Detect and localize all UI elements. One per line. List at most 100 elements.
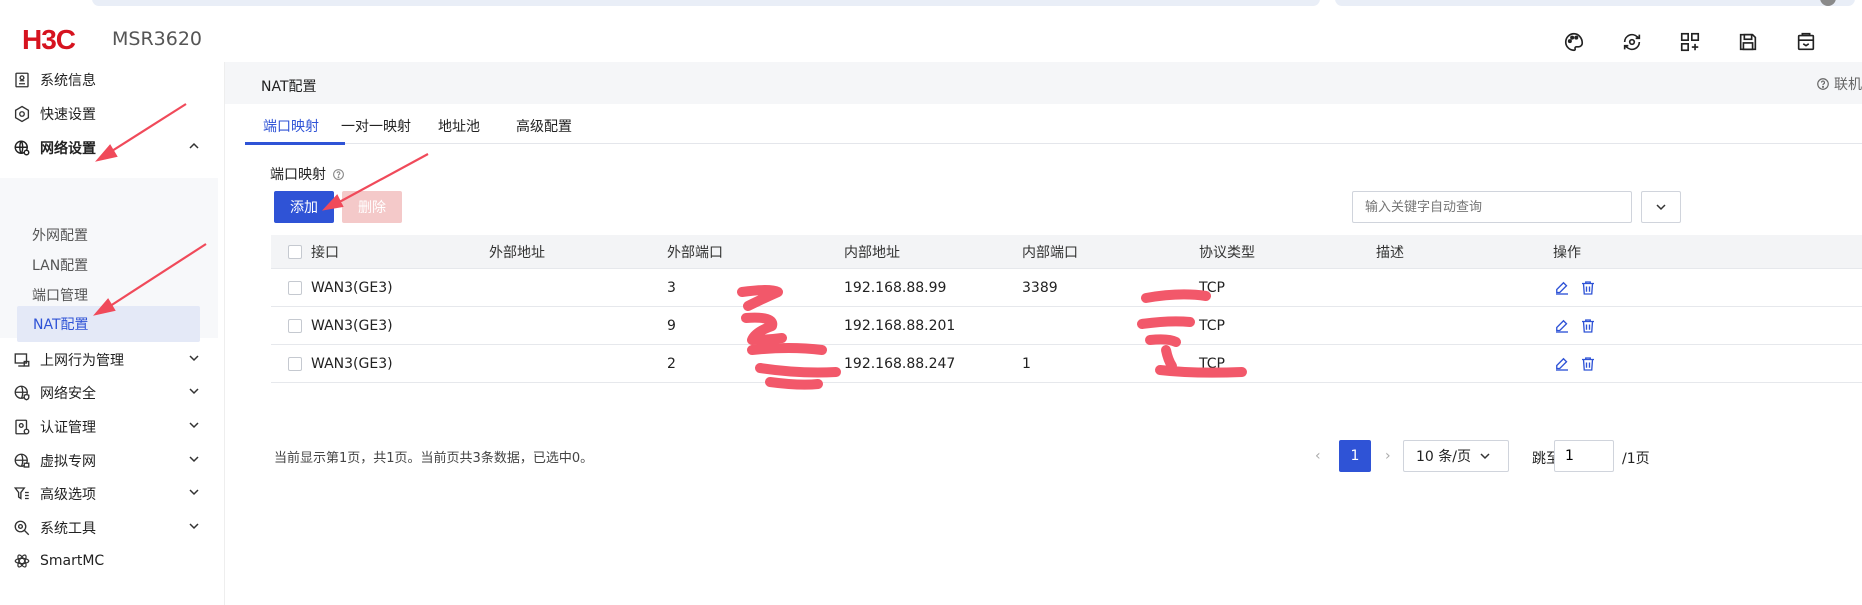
select-all-checkbox[interactable] bbox=[288, 244, 302, 259]
id-badge-icon bbox=[12, 417, 32, 437]
section-title-text: 端口映射 bbox=[270, 167, 326, 183]
cell-protocol: TCP bbox=[1199, 317, 1225, 334]
chevron-down-icon bbox=[188, 453, 200, 469]
sidebar-item-auth-management[interactable]: 认证管理 bbox=[12, 412, 212, 442]
sidebar-item-advanced-options[interactable]: 高级选项 bbox=[12, 479, 212, 509]
sidebar-item-label: 网络设置 bbox=[40, 141, 96, 157]
sidebar-item-vpn[interactable]: 虚拟专网 bbox=[12, 446, 212, 476]
network-settings-submenu: 外网配置 LAN配置 端口管理 NAT配置 bbox=[0, 178, 218, 342]
header-internal-port: 内部端口 bbox=[1022, 244, 1078, 261]
system-info-icon bbox=[12, 70, 32, 90]
tab-advanced-config[interactable]: 高级配置 bbox=[516, 116, 572, 136]
table-summary: 当前显示第1页，共1页。当前页共3条数据，已选中0。 bbox=[274, 451, 594, 466]
header-protocol: 协议类型 bbox=[1199, 244, 1255, 261]
browser-search-bar[interactable] bbox=[1335, 0, 1855, 6]
tab-bar: 端口映射 一对一映射 地址池 高级配置 bbox=[245, 104, 1862, 145]
filter-list-icon bbox=[12, 484, 32, 504]
sidebar-item-behavior-management[interactable]: 上网行为管理 bbox=[12, 345, 212, 375]
online-help-link[interactable]: 联机 bbox=[1816, 74, 1862, 94]
trash-icon[interactable] bbox=[1579, 355, 1597, 373]
search-filter-dropdown[interactable] bbox=[1641, 191, 1681, 223]
next-page-button[interactable]: › bbox=[1385, 448, 1391, 464]
sidebar-item-label: 系统信息 bbox=[40, 73, 96, 89]
submenu-item-wan[interactable]: 外网配置 bbox=[32, 225, 88, 245]
delete-button[interactable]: 删除 bbox=[342, 191, 402, 223]
apps-add-icon[interactable] bbox=[1676, 28, 1704, 56]
edit-icon[interactable] bbox=[1553, 279, 1571, 297]
submenu-item-lan[interactable]: LAN配置 bbox=[32, 255, 88, 275]
chevron-down-icon bbox=[188, 486, 200, 502]
tab-address-pool[interactable]: 地址池 bbox=[438, 116, 480, 136]
globe-shield-icon bbox=[12, 383, 32, 403]
chevron-up-icon bbox=[188, 140, 200, 156]
sidebar-item-label: 网络安全 bbox=[40, 386, 96, 402]
sidebar: 系统信息 快速设置 网络设置 外网配置 LAN配置 端口管理 NAT配置 上网行… bbox=[0, 62, 225, 605]
header-description: 描述 bbox=[1376, 244, 1404, 261]
package-icon[interactable] bbox=[1792, 28, 1820, 56]
cell-internal-port: 1 bbox=[1022, 355, 1031, 372]
cell-external-port: 9 bbox=[667, 317, 676, 334]
cell-protocol: TCP bbox=[1199, 279, 1225, 296]
table-row: WAN3(GE3) 3 192.168.88.99 3389 TCP bbox=[271, 269, 1862, 307]
sidebar-item-label: 高级选项 bbox=[40, 487, 96, 503]
chevron-down-icon bbox=[188, 419, 200, 435]
chevron-down-icon bbox=[188, 352, 200, 368]
add-button[interactable]: 添加 bbox=[274, 191, 334, 223]
refresh-settings-icon[interactable] bbox=[1618, 28, 1646, 56]
page-size-select[interactable]: 10 条/页 bbox=[1403, 440, 1509, 472]
breadcrumb: NAT配置 联机 bbox=[225, 62, 1862, 104]
help-circle-icon bbox=[1817, 78, 1829, 90]
sidebar-item-label: 快速设置 bbox=[40, 107, 96, 123]
tab-port-mapping[interactable]: 端口映射 bbox=[263, 116, 319, 136]
chevron-down-icon bbox=[1656, 204, 1666, 211]
prev-page-button[interactable]: ‹ bbox=[1315, 448, 1321, 464]
page-title: NAT配置 bbox=[261, 79, 317, 95]
cell-internal-address: 192.168.88.201 bbox=[844, 317, 956, 334]
cell-protocol: TCP bbox=[1199, 355, 1225, 372]
header-interface: 接口 bbox=[311, 244, 339, 261]
save-icon[interactable] bbox=[1734, 28, 1762, 56]
section-title: 端口映射 bbox=[270, 164, 345, 184]
header-internal-address: 内部地址 bbox=[844, 244, 900, 261]
sidebar-item-network-settings[interactable]: 网络设置 bbox=[12, 133, 212, 163]
sidebar-item-smartmc[interactable]: SmartMC bbox=[12, 546, 212, 576]
table-header: 接口 外部地址 外部端口 内部地址 内部端口 协议类型 描述 操作 bbox=[271, 235, 1862, 269]
sidebar-item-system-info[interactable]: 系统信息 bbox=[12, 65, 212, 95]
cell-interface: WAN3(GE3) bbox=[311, 355, 393, 372]
trash-icon[interactable] bbox=[1579, 279, 1597, 297]
jump-page-input[interactable] bbox=[1554, 440, 1614, 472]
tab-one-to-one[interactable]: 一对一映射 bbox=[341, 116, 411, 136]
device-model: MSR3620 bbox=[112, 28, 203, 50]
search-gear-icon bbox=[12, 518, 32, 538]
submenu-item-port-management[interactable]: 端口管理 bbox=[32, 285, 88, 305]
cell-internal-port: 3389 bbox=[1022, 279, 1058, 296]
trash-icon[interactable] bbox=[1579, 317, 1597, 335]
active-tab-indicator bbox=[245, 142, 345, 145]
header-external-port: 外部端口 bbox=[667, 244, 723, 261]
page-number-button[interactable]: 1 bbox=[1339, 440, 1371, 472]
globe-gear-icon bbox=[12, 138, 32, 158]
edit-icon[interactable] bbox=[1553, 317, 1571, 335]
sidebar-item-network-security[interactable]: 网络安全 bbox=[12, 378, 212, 408]
row-checkbox[interactable] bbox=[288, 280, 302, 295]
browser-address-bar[interactable] bbox=[92, 0, 1320, 6]
palette-icon[interactable] bbox=[1560, 28, 1588, 56]
online-label: 联机 bbox=[1834, 77, 1862, 93]
sidebar-item-label: 虚拟专网 bbox=[40, 454, 96, 470]
h3c-logo: H3C bbox=[22, 24, 76, 55]
sidebar-item-label: 认证管理 bbox=[40, 420, 96, 436]
sidebar-item-quick-setup[interactable]: 快速设置 bbox=[12, 99, 212, 129]
cell-interface: WAN3(GE3) bbox=[311, 279, 393, 296]
submenu-item-nat[interactable]: NAT配置 bbox=[17, 306, 200, 342]
row-checkbox[interactable] bbox=[288, 356, 302, 371]
chevron-down-icon bbox=[1480, 453, 1490, 460]
row-checkbox[interactable] bbox=[288, 318, 302, 333]
page-size-value: 10 条/页 bbox=[1416, 449, 1471, 465]
help-circle-icon[interactable] bbox=[332, 168, 345, 181]
atom-icon bbox=[12, 551, 32, 571]
edit-icon[interactable] bbox=[1553, 355, 1571, 373]
search-input[interactable] bbox=[1352, 191, 1632, 223]
hexagon-gear-icon bbox=[12, 104, 32, 124]
globe-lock-icon bbox=[12, 451, 32, 471]
sidebar-item-system-tools[interactable]: 系统工具 bbox=[12, 513, 212, 543]
